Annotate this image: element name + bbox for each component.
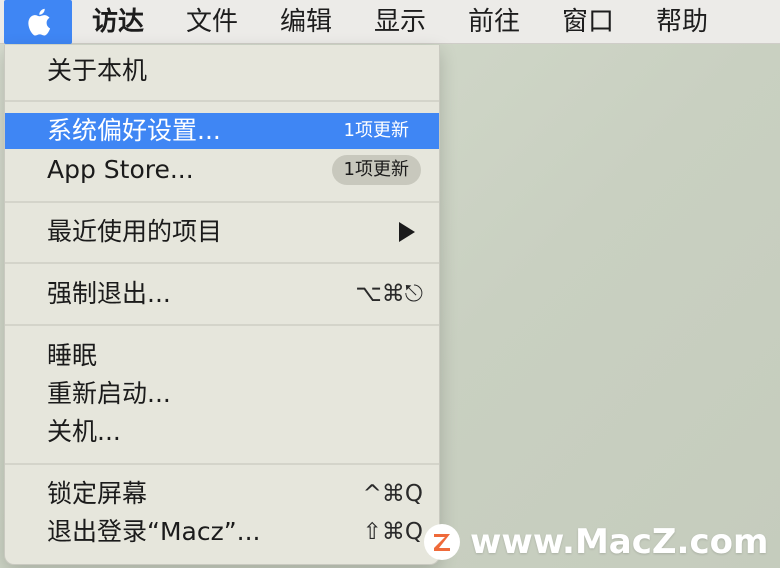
menu-item-label: 系统偏好设置... <box>47 116 221 145</box>
update-badge: 1项更新 <box>343 120 409 141</box>
menubar-item-edit[interactable]: 编辑 <box>280 0 332 44</box>
menu-item-sleep[interactable]: 睡眠 <box>5 338 439 374</box>
menu-item-lock-screen[interactable]: 锁定屏幕 ^⌘Q <box>5 476 439 512</box>
menu-item-force-quit[interactable]: 强制退出... ⌥⌘⎋ <box>5 276 439 312</box>
menu-item-label: 最近使用的项目 <box>47 217 223 246</box>
menu-item-recent-items[interactable]: 最近使用的项目 <box>5 214 439 250</box>
keyboard-shortcut: ^⌘Q <box>362 481 423 507</box>
menubar-item-view[interactable]: 显示 <box>374 0 426 44</box>
menu-item-about[interactable]: 关于本机 <box>5 53 439 89</box>
menu-item-restart[interactable]: 重新启动... <box>5 376 439 412</box>
menu-separator <box>5 100 439 102</box>
z-letter-icon <box>434 534 450 551</box>
watermark: www.MacZ.com <box>424 520 774 564</box>
menubar-item-help[interactable]: 帮助 <box>656 0 708 44</box>
menu-item-label: 强制退出... <box>47 279 171 308</box>
menubar-item-finder[interactable]: 访达 <box>92 0 144 44</box>
menu-item-logout[interactable]: 退出登录“Macz”... ⇧⌘Q <box>5 514 439 550</box>
menu-item-label: App Store... <box>47 155 194 184</box>
apple-menu-dropdown: 关于本机 系统偏好设置... 1项更新 App Store... 1项更新 最近… <box>4 45 440 565</box>
macz-logo-icon <box>424 524 460 560</box>
menu-item-app-store[interactable]: App Store... 1项更新 <box>5 152 439 188</box>
apple-menu-button[interactable] <box>4 0 72 44</box>
menu-item-label: 关机... <box>47 417 121 446</box>
menu-item-label: 重新启动... <box>47 379 171 408</box>
keyboard-shortcut: ⌥⌘⎋ <box>355 281 423 307</box>
menubar-item-go[interactable]: 前往 <box>468 0 520 44</box>
menu-item-system-preferences[interactable]: 系统偏好设置... 1项更新 <box>5 113 439 149</box>
watermark-text: www.MacZ.com <box>470 522 769 562</box>
menu-item-label: 关于本机 <box>47 56 148 85</box>
menu-separator <box>5 324 439 326</box>
apple-logo-icon <box>28 8 51 36</box>
menubar-item-file[interactable]: 文件 <box>186 0 238 44</box>
keyboard-shortcut: ⇧⌘Q <box>362 519 423 545</box>
menu-separator <box>5 463 439 465</box>
menu-item-label: 睡眠 <box>47 341 98 370</box>
menu-item-shutdown[interactable]: 关机... <box>5 414 439 450</box>
menubar-item-window[interactable]: 窗口 <box>562 0 614 44</box>
menu-separator <box>5 201 439 203</box>
menu-item-label: 退出登录“Macz”... <box>47 517 261 546</box>
menu-separator <box>5 262 439 264</box>
menu-item-label: 锁定屏幕 <box>47 479 148 508</box>
menu-bar: 访达 文件 编辑 显示 前往 窗口 帮助 <box>0 0 780 44</box>
submenu-arrow-icon <box>399 222 415 242</box>
update-badge: 1项更新 <box>331 155 421 185</box>
